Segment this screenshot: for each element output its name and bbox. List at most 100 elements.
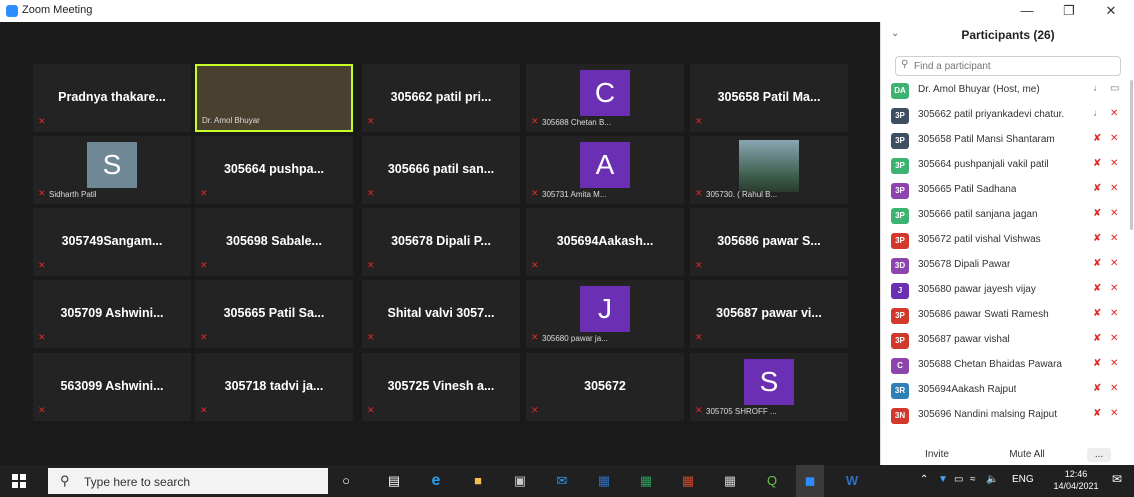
windows-start-icon[interactable]: [12, 474, 26, 488]
participant-tile[interactable]: 305709 Ashwini... ✕: [33, 280, 191, 348]
video-icon[interactable]: ▭: [1110, 83, 1119, 94]
video-off-icon[interactable]: ✕: [1110, 283, 1118, 294]
participant-row[interactable]: 3R 305694Aakash Rajput ✘ ✕: [881, 380, 1134, 402]
more-button[interactable]: ...: [1087, 448, 1111, 462]
participant-row[interactable]: 3P 305662 patil priyankadevi chatur. ♩ ✕: [881, 105, 1134, 127]
participant-tile[interactable]: A ✕ 305731 Amita M...: [526, 136, 684, 204]
video-off-icon[interactable]: ✕: [1110, 308, 1118, 319]
participant-tile[interactable]: Shital valvi 3057... ✕: [362, 280, 520, 348]
notification-icon[interactable]: ✉: [1112, 472, 1122, 486]
participant-row[interactable]: DA Dr. Amol Bhuyar (Host, me) ♩ ▭: [881, 80, 1134, 102]
mute-all-button[interactable]: Mute All: [999, 448, 1055, 462]
powerpoint-icon[interactable]: ▦: [678, 471, 698, 491]
muted-mic-icon[interactable]: ✘: [1093, 258, 1101, 269]
participant-tile[interactable]: 305662 patil pri... ✕: [362, 64, 520, 132]
store-icon[interactable]: ▣: [510, 471, 530, 491]
language-indicator[interactable]: ENG: [1012, 474, 1034, 485]
invite-button[interactable]: Invite: [917, 448, 957, 462]
participant-tile[interactable]: Dr. Amol Bhuyar: [195, 64, 353, 132]
participant-row[interactable]: 3P 305658 Patil Mansi Shantaram ✘ ✕: [881, 130, 1134, 152]
participant-tile[interactable]: 305665 Patil Sa... ✕: [195, 280, 353, 348]
participant-row[interactable]: 3P 305672 patil vishal Vishwas ✘ ✕: [881, 230, 1134, 252]
participant-tile[interactable]: 563099 Ashwini... ✕: [33, 353, 191, 421]
participant-tile[interactable]: 305725 Vinesh a... ✕: [362, 353, 520, 421]
video-off-icon[interactable]: ✕: [1110, 158, 1118, 169]
video-off-icon[interactable]: ✕: [1110, 358, 1118, 369]
participant-row[interactable]: 3P 305666 patil sanjana jagan ✘ ✕: [881, 205, 1134, 227]
participant-row[interactable]: 3P 305687 pawar vishal ✘ ✕: [881, 330, 1134, 352]
word-doc-icon[interactable]: ▦: [594, 471, 614, 491]
video-off-icon[interactable]: ✕: [1110, 383, 1118, 394]
calligraphy-app-icon[interactable]: ▦: [720, 471, 740, 491]
muted-mic-icon[interactable]: ✘: [1093, 308, 1101, 319]
participant-tile[interactable]: S ✕ 305705 SHROFF ...: [690, 353, 848, 421]
participant-tile[interactable]: 305718 tadvi ja... ✕: [195, 353, 353, 421]
participant-row[interactable]: 3P 305665 Patil Sadhana ✘ ✕: [881, 180, 1134, 202]
word-taskbar-icon[interactable]: W: [842, 471, 862, 491]
qgis-icon[interactable]: Q: [762, 471, 782, 491]
muted-mic-icon[interactable]: ✘: [1093, 133, 1101, 144]
video-off-icon[interactable]: ✕: [1110, 133, 1118, 144]
participant-tile[interactable]: 305687 pawar vi... ✕: [690, 280, 848, 348]
restore-button[interactable]: ❐: [1052, 1, 1086, 21]
participant-search-input[interactable]: [912, 58, 1116, 74]
participant-row[interactable]: 3P 305664 pushpanjali vakil patil ✘ ✕: [881, 155, 1134, 177]
participant-tile[interactable]: 305698 Sabale... ✕: [195, 208, 353, 276]
participant-tile[interactable]: 305666 patil san... ✕: [362, 136, 520, 204]
cortana-icon[interactable]: ○: [336, 471, 356, 491]
show-hidden-icons-icon[interactable]: ⌃: [920, 474, 928, 485]
muted-mic-icon[interactable]: ✘: [1093, 158, 1101, 169]
search-icon: ⚲: [60, 473, 70, 488]
mic-icon[interactable]: ♩: [1093, 83, 1103, 94]
zoom-taskbar-icon[interactable]: ◼: [796, 465, 824, 497]
participant-tile[interactable]: 305694Aakash... ✕: [526, 208, 684, 276]
muted-mic-icon[interactable]: ✘: [1093, 333, 1101, 344]
video-off-icon[interactable]: ✕: [1110, 233, 1118, 244]
participant-tile[interactable]: 305664 pushpa... ✕: [195, 136, 353, 204]
wifi-tray-icon[interactable]: ≈: [970, 474, 976, 485]
participant-scrollbar[interactable]: [1130, 80, 1133, 230]
mail-icon[interactable]: ✉: [552, 471, 572, 491]
participant-tile[interactable]: ✕ 305730. ( Rahul B...: [690, 136, 848, 204]
muted-mic-icon[interactable]: ✘: [1093, 408, 1101, 419]
close-button[interactable]: ✕: [1094, 1, 1128, 21]
file-explorer-icon[interactable]: ■: [468, 471, 488, 491]
minimize-button[interactable]: —: [1010, 1, 1044, 21]
participant-row[interactable]: J 305680 pawar jayesh vijay ✘ ✕: [881, 280, 1134, 302]
task-view-icon[interactable]: ▤: [384, 471, 404, 491]
participant-tile[interactable]: 305678 Dipali P... ✕: [362, 208, 520, 276]
muted-mic-icon[interactable]: ✘: [1093, 233, 1101, 244]
participant-row[interactable]: C 305688 Chetan Bhaidas Pawara ✘ ✕: [881, 355, 1134, 377]
participant-row[interactable]: 3D 305678 Dipali Pawar ✘ ✕: [881, 255, 1134, 277]
participant-search[interactable]: ⚲: [895, 56, 1121, 76]
participant-tile[interactable]: 305686 pawar S... ✕: [690, 208, 848, 276]
participant-row[interactable]: 3N 305696 Nandini malsing Rajput ✘ ✕: [881, 405, 1134, 427]
taskbar-search[interactable]: ⚲ Type here to search: [48, 468, 328, 494]
participant-row[interactable]: 3P 305686 pawar Swati Ramesh ✘ ✕: [881, 305, 1134, 327]
video-off-icon[interactable]: ✕: [1110, 183, 1118, 194]
video-off-icon[interactable]: ✕: [1110, 408, 1118, 419]
clock[interactable]: 12:46 14/04/2021: [1052, 468, 1100, 492]
participant-tile[interactable]: 305672 ✕: [526, 353, 684, 421]
muted-mic-icon[interactable]: ✘: [1093, 183, 1101, 194]
participant-tile[interactable]: J ✕ 305680 pawar ja...: [526, 280, 684, 348]
network-tray-icon[interactable]: ▼: [938, 474, 948, 485]
muted-mic-icon[interactable]: ✘: [1093, 383, 1101, 394]
video-off-icon[interactable]: ✕: [1110, 333, 1118, 344]
excel-icon[interactable]: ▦: [636, 471, 656, 491]
participant-tile[interactable]: S ✕ Sidharth Patil: [33, 136, 191, 204]
muted-mic-icon[interactable]: ✘: [1093, 208, 1101, 219]
muted-mic-icon[interactable]: ✘: [1093, 358, 1101, 369]
mic-icon[interactable]: ♩: [1093, 108, 1103, 119]
video-off-icon[interactable]: ✕: [1110, 108, 1118, 119]
battery-tray-icon[interactable]: ▭: [954, 474, 963, 485]
participant-tile[interactable]: 305749Sangam... ✕: [33, 208, 191, 276]
muted-mic-icon[interactable]: ✘: [1093, 283, 1101, 294]
video-off-icon[interactable]: ✕: [1110, 258, 1118, 269]
participant-tile[interactable]: 305658 Patil Ma... ✕: [690, 64, 848, 132]
volume-tray-icon[interactable]: 🔈: [986, 474, 998, 485]
edge-icon[interactable]: e: [426, 471, 446, 491]
participant-tile[interactable]: Pradnya thakare... ✕: [33, 64, 191, 132]
video-off-icon[interactable]: ✕: [1110, 208, 1118, 219]
participant-tile[interactable]: C ✕ 305688 Chetan B...: [526, 64, 684, 132]
